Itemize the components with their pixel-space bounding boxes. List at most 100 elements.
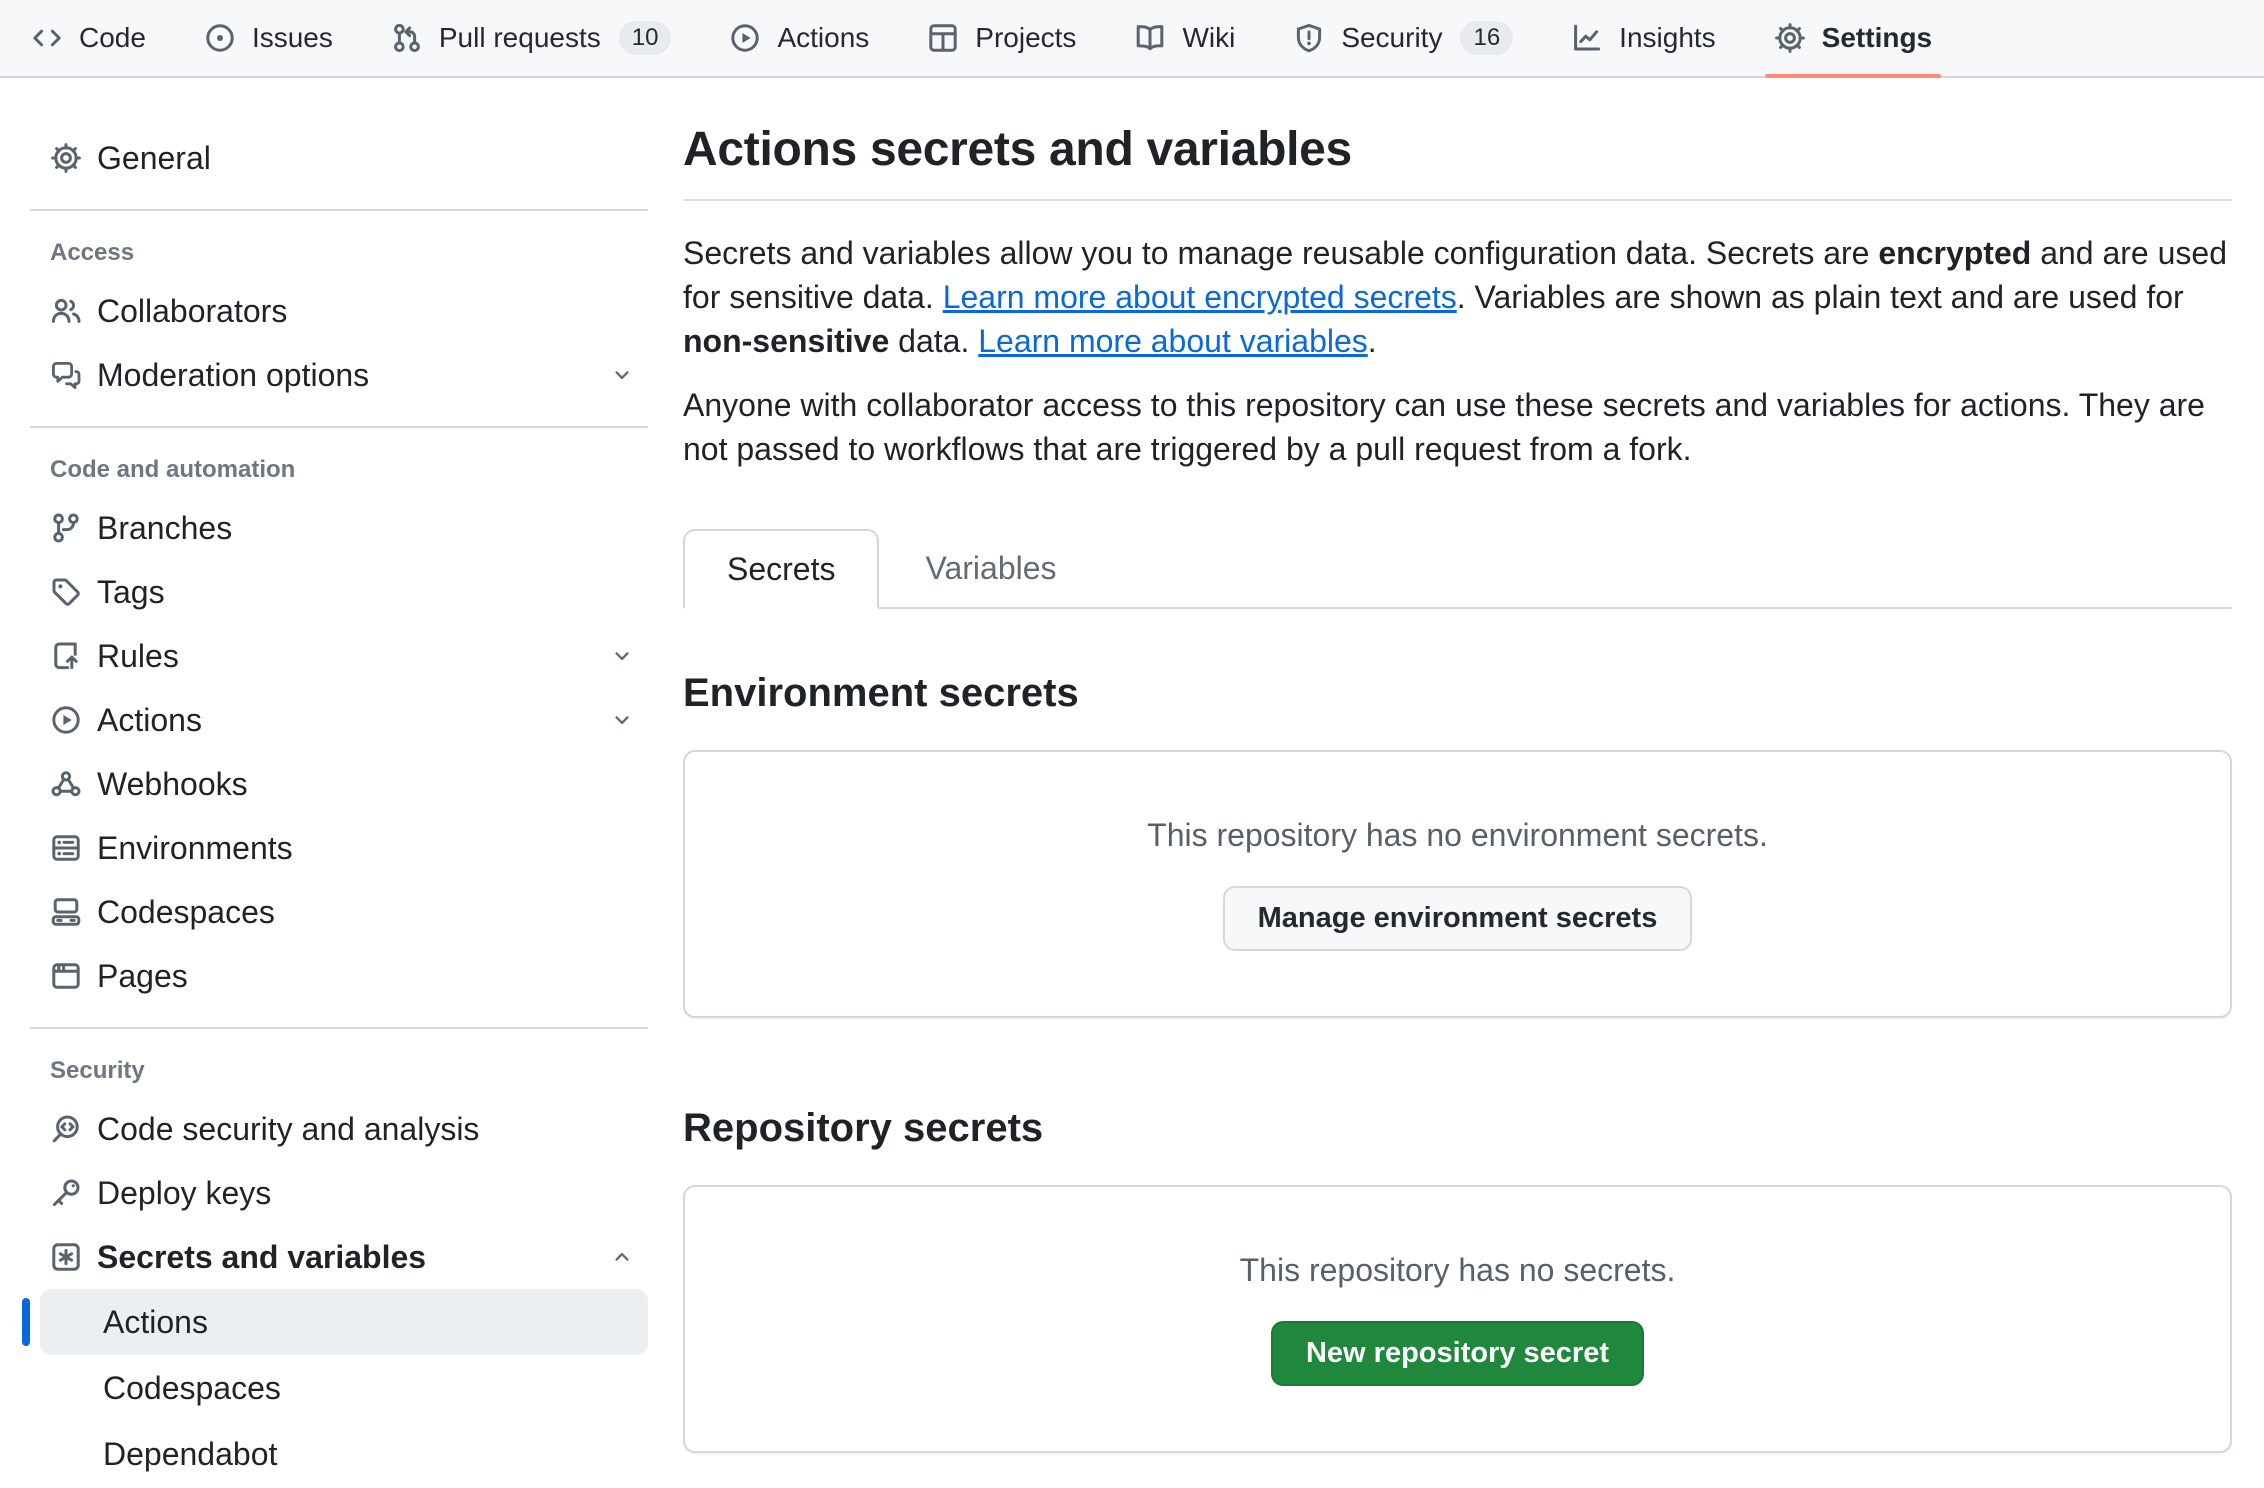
intro-bold-non-sensitive: non-sensitive: [683, 323, 889, 359]
sidebar-item-webhooks[interactable]: Webhooks: [30, 752, 648, 816]
nav-tab-label: Projects: [975, 22, 1076, 54]
nav-tab-security[interactable]: Security 16: [1278, 0, 1528, 76]
nav-tab-issues[interactable]: Issues: [189, 0, 348, 76]
sidebar-item-actions[interactable]: Actions: [30, 688, 648, 752]
asterisk-box-icon: [50, 1241, 82, 1273]
nav-tab-settings[interactable]: Settings: [1759, 0, 1947, 76]
link-learn-more-variables[interactable]: Learn more about variables: [978, 323, 1368, 359]
nav-tab-label: Actions: [777, 22, 869, 54]
sidebar-item-codespaces[interactable]: Codespaces: [30, 880, 648, 944]
intro-text-segment: Secrets and variables allow you to manag…: [683, 235, 1878, 271]
nav-tab-label: Security: [1341, 22, 1442, 54]
sidebar-item-label: Rules: [97, 638, 179, 675]
sidebar-section-heading: Access: [30, 239, 648, 267]
issue-opened-icon: [204, 22, 236, 54]
sidebar-item-general[interactable]: General: [30, 126, 648, 190]
title-divider: [683, 199, 2232, 201]
nav-tab-wiki[interactable]: Wiki: [1119, 0, 1250, 76]
nav-tab-pull-requests[interactable]: Pull requests 10: [376, 0, 687, 76]
intro-text: Secrets and variables allow you to manag…: [683, 231, 2232, 471]
nav-tab-code[interactable]: Code: [16, 0, 161, 76]
sidebar-subitem-label: Codespaces: [103, 1370, 281, 1407]
intro-text-segment: . Variables are shown as plain text and …: [1457, 279, 2184, 315]
book-icon: [1134, 22, 1166, 54]
intro-paragraph-1: Secrets and variables allow you to manag…: [683, 231, 2232, 363]
environment-secrets-heading: Environment secrets: [683, 671, 2232, 716]
sidebar-subitem-label: Dependabot: [103, 1436, 277, 1473]
comment-discussion-icon: [50, 359, 82, 391]
sidebar-item-label: General: [97, 140, 211, 177]
sidebar-subitem-dependabot[interactable]: Dependabot: [40, 1421, 648, 1487]
code-scan-icon: [50, 1113, 82, 1145]
sidebar-item-label: Code security and analysis: [97, 1111, 479, 1148]
intro-text-segment: .: [1368, 323, 1377, 359]
sidebar-item-label: Environments: [97, 830, 293, 867]
sidebar-subitem-label: Actions: [103, 1304, 208, 1341]
sidebar-item-label: Webhooks: [97, 766, 248, 803]
table-icon: [927, 22, 959, 54]
new-repository-secret-button[interactable]: New repository secret: [1271, 1321, 1644, 1386]
chevron-down-icon: [610, 363, 634, 387]
sidebar-item-label: Deploy keys: [97, 1175, 271, 1212]
sidebar-item-label: Secrets and variables: [97, 1239, 426, 1276]
nav-tab-label: Pull requests: [439, 22, 601, 54]
sidebar-item-environments[interactable]: Environments: [30, 816, 648, 880]
sidebar-section-heading: Security: [30, 1057, 648, 1085]
sidebar-item-moderation-options[interactable]: Moderation options: [30, 343, 648, 407]
sidebar-divider: [30, 209, 648, 211]
sidebar-item-pages[interactable]: Pages: [30, 944, 648, 1008]
security-count-badge: 16: [1460, 21, 1513, 55]
manage-environment-secrets-button[interactable]: Manage environment secrets: [1223, 886, 1693, 951]
nav-tab-actions[interactable]: Actions: [714, 0, 884, 76]
sidebar-item-code-security[interactable]: Code security and analysis: [30, 1097, 648, 1161]
tab-secrets[interactable]: Secrets: [683, 529, 879, 609]
people-icon: [50, 295, 82, 327]
chevron-down-icon: [610, 708, 634, 732]
tab-variables[interactable]: Variables: [879, 529, 1102, 607]
sidebar-item-collaborators[interactable]: Collaborators: [30, 279, 648, 343]
sidebar-item-tags[interactable]: Tags: [30, 560, 648, 624]
nav-tab-label: Settings: [1822, 22, 1932, 54]
tag-icon: [50, 576, 82, 608]
webhook-icon: [50, 768, 82, 800]
browser-icon: [50, 960, 82, 992]
sidebar-item-rules[interactable]: Rules: [30, 624, 648, 688]
main-content: Actions secrets and variables Secrets an…: [660, 78, 2264, 1488]
sidebar-divider: [30, 1027, 648, 1029]
nav-tab-label: Wiki: [1182, 22, 1235, 54]
sidebar-item-secrets-and-variables[interactable]: Secrets and variables: [30, 1225, 648, 1289]
sidebar-item-label: Branches: [97, 510, 232, 547]
environment-secrets-empty-message: This repository has no environment secre…: [1147, 817, 1768, 854]
nav-tab-projects[interactable]: Projects: [912, 0, 1091, 76]
settings-sidebar: General Access Collaborators Moderation …: [0, 78, 660, 1488]
sidebar-item-label: Tags: [97, 574, 165, 611]
git-branch-icon: [50, 512, 82, 544]
secrets-variables-tabs: Secrets Variables: [683, 529, 2232, 609]
chevron-down-icon: [610, 644, 634, 668]
play-circle-icon: [729, 22, 761, 54]
sidebar-item-label: Codespaces: [97, 894, 275, 931]
link-learn-more-encrypted-secrets[interactable]: Learn more about encrypted secrets: [943, 279, 1457, 315]
key-icon: [50, 1177, 82, 1209]
pull-requests-count-badge: 10: [619, 21, 672, 55]
sidebar-divider: [30, 426, 648, 428]
nav-tab-label: Issues: [252, 22, 333, 54]
nav-tab-insights[interactable]: Insights: [1556, 0, 1731, 76]
sidebar-section-heading: Code and automation: [30, 456, 648, 484]
chevron-up-icon: [610, 1245, 634, 1269]
sidebar-item-deploy-keys[interactable]: Deploy keys: [30, 1161, 648, 1225]
active-tab-underline: [1765, 74, 1941, 78]
graph-icon: [1571, 22, 1603, 54]
sidebar-item-branches[interactable]: Branches: [30, 496, 648, 560]
sidebar-subitem-codespaces[interactable]: Codespaces: [40, 1355, 648, 1421]
repo-push-icon: [50, 640, 82, 672]
intro-paragraph-2: Anyone with collaborator access to this …: [683, 383, 2232, 471]
sidebar-item-label: Moderation options: [97, 357, 369, 394]
repo-tab-nav: Code Issues Pull requests 10 Actions Pro…: [0, 0, 2264, 78]
nav-tab-label: Insights: [1619, 22, 1716, 54]
intro-bold-encrypted: encrypted: [1878, 235, 2031, 271]
sidebar-subitem-actions[interactable]: Actions: [40, 1289, 648, 1355]
repository-secrets-heading: Repository secrets: [683, 1106, 2232, 1151]
nav-tab-label: Code: [79, 22, 146, 54]
code-icon: [31, 22, 63, 54]
